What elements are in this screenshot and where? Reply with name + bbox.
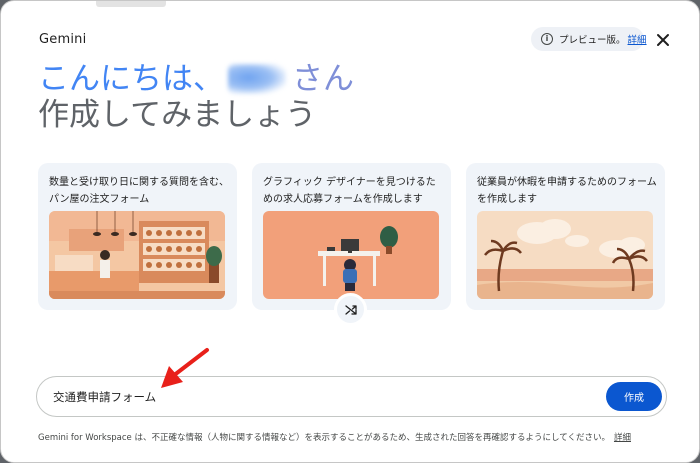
prompt-input[interactable]	[53, 387, 573, 407]
disclaimer: Gemini for Workspace は、不正確な情報（人物に関する情報など…	[38, 431, 631, 443]
greeting-name-suffix: さん	[292, 61, 354, 97]
shuffle-icon	[344, 304, 357, 315]
app-title: Gemini	[39, 32, 87, 47]
prompt-box: 作成	[36, 376, 667, 417]
shuffle-suggestions-button[interactable]	[334, 293, 367, 326]
beach-illustration	[477, 211, 653, 299]
preview-chip: i プレビュー版。 詳細	[531, 27, 647, 51]
disclaimer-text: Gemini for Workspace は、不正確な情報（人物に関する情報など…	[38, 433, 610, 443]
suggestion-card-designer[interactable]: グラフィック デザイナーを見つけるための求人応募フォームを作成します	[252, 163, 451, 310]
suggestion-card-bakery[interactable]: 数量と受け取り日に関する質問を含む、パン屋の注文フォーム	[38, 163, 237, 310]
bakery-illustration	[49, 211, 225, 299]
close-button[interactable]	[653, 30, 673, 50]
close-icon	[657, 34, 669, 46]
greeting: こんにちは、 さん	[38, 61, 354, 97]
preview-details-link[interactable]: 詳細	[628, 32, 647, 46]
create-button[interactable]: 作成	[606, 382, 662, 411]
blurred-user-name	[228, 64, 286, 94]
disclaimer-details-link[interactable]: 詳細	[614, 433, 631, 443]
card-text: 従業員が休暇を申請するためのフォームを作成します	[477, 177, 657, 205]
subheading: 作成してみましょう	[38, 97, 317, 133]
card-text: グラフィック デザイナーを見つけるための求人応募フォームを作成します	[263, 177, 436, 205]
card-text: 数量と受け取り日に関する質問を含む、パン屋の注文フォーム	[49, 177, 229, 205]
red-arrow-annotation	[161, 348, 209, 388]
greeting-hello: こんにちは、	[38, 61, 224, 97]
top-strip	[96, 1, 166, 7]
info-icon: i	[541, 33, 553, 45]
gemini-dialog: Gemini i プレビュー版。 詳細 こんにちは、 さん 作成してみましょう 数…	[0, 0, 700, 463]
preview-label: プレビュー版。	[559, 35, 626, 46]
designer-illustration	[263, 211, 439, 299]
suggestion-card-vacation[interactable]: 従業員が休暇を申請するためのフォームを作成します	[466, 163, 665, 310]
